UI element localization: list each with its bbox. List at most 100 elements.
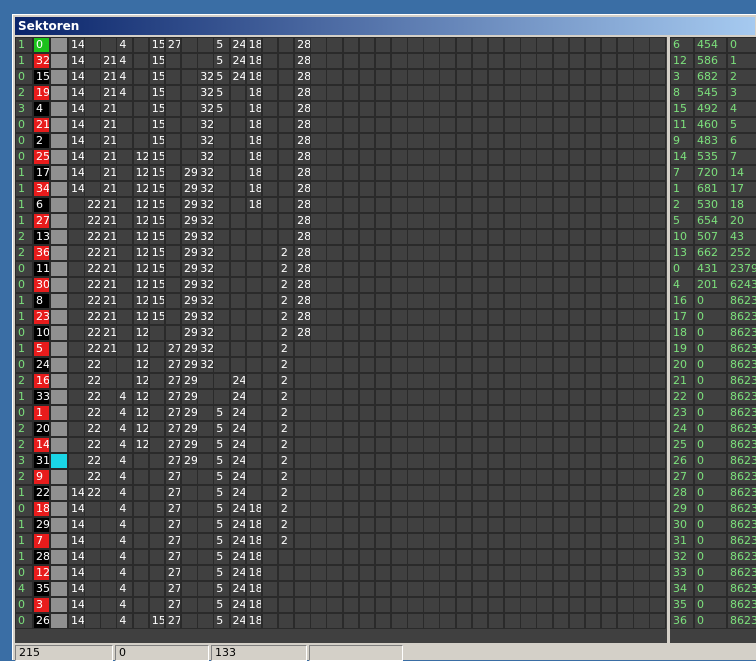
grid-cell[interactable]: 2 — [277, 325, 295, 341]
grid-cell[interactable]: 2 — [277, 421, 295, 437]
grid-cell[interactable] — [213, 149, 230, 165]
grid-cell[interactable] — [407, 357, 424, 373]
stats-row[interactable]: 5 654 20 — [670, 213, 756, 229]
grid-cell[interactable]: 32 — [197, 85, 214, 101]
grid-cell[interactable] — [439, 197, 456, 213]
grid-cell[interactable] — [310, 357, 327, 373]
grid-cell[interactable] — [84, 565, 101, 581]
grid-cell[interactable] — [520, 213, 537, 229]
stats-cell[interactable]: 0 — [694, 293, 727, 309]
sector-id-cell[interactable]: 1 — [33, 405, 50, 421]
grid-cell[interactable]: 21 — [100, 245, 117, 261]
grid-cell[interactable] — [600, 229, 618, 245]
grid-row[interactable]: 1 0 14 4 15 27 5 24 18 28 — [15, 37, 667, 53]
grid-cell[interactable] — [197, 389, 214, 405]
grid-cell[interactable] — [374, 565, 392, 581]
grid-cell[interactable] — [568, 165, 586, 181]
grid-cell[interactable] — [342, 101, 360, 117]
stats-cell[interactable]: 8623 — [727, 437, 756, 453]
flag-cell[interactable] — [50, 181, 68, 197]
grid-cell[interactable] — [568, 85, 586, 101]
grid-cell[interactable] — [374, 485, 392, 501]
grid-cell[interactable] — [181, 117, 198, 133]
grid-cell[interactable]: 4 — [116, 69, 133, 85]
flag-cell[interactable] — [50, 453, 68, 469]
grid-cell[interactable] — [407, 85, 424, 101]
grid-cell[interactable] — [487, 501, 505, 517]
grid-cell[interactable] — [423, 533, 440, 549]
stats-cell[interactable]: 28 — [670, 485, 694, 501]
grid-cell[interactable] — [391, 181, 408, 197]
grid-cell[interactable] — [277, 133, 295, 149]
stats-cell[interactable]: 34 — [670, 581, 694, 597]
grid-cell[interactable] — [520, 341, 537, 357]
grid-cell[interactable]: 12 — [132, 293, 150, 309]
stats-cell[interactable]: 8623 — [727, 549, 756, 565]
grid-cell[interactable] — [455, 485, 473, 501]
grid-cell[interactable] — [633, 85, 650, 101]
grid-cell[interactable] — [391, 517, 408, 533]
grid-cell[interactable] — [471, 37, 489, 53]
grid-cell[interactable] — [197, 549, 214, 565]
grid-cell[interactable] — [633, 53, 650, 69]
grid-cell[interactable] — [584, 469, 602, 485]
grid-cell[interactable] — [229, 101, 247, 117]
row-count-cell[interactable]: 0 — [15, 261, 33, 277]
grid-cell[interactable] — [455, 373, 473, 389]
grid-cell[interactable] — [197, 37, 214, 53]
grid-cell[interactable] — [536, 69, 553, 85]
grid-cell[interactable] — [358, 549, 376, 565]
stats-cell[interactable]: 1 — [727, 53, 756, 69]
flag-cell[interactable] — [50, 341, 68, 357]
grid-cell[interactable] — [584, 37, 602, 53]
grid-cell[interactable] — [471, 437, 489, 453]
grid-cell[interactable] — [439, 213, 456, 229]
grid-cell[interactable] — [552, 597, 570, 613]
grid-cell[interactable] — [520, 357, 537, 373]
stats-cell[interactable]: 7 — [670, 165, 694, 181]
grid-cell[interactable] — [504, 37, 521, 53]
grid-cell[interactable] — [100, 405, 117, 421]
grid-cell[interactable] — [552, 213, 570, 229]
grid-cell[interactable] — [504, 261, 521, 277]
grid-cell[interactable] — [391, 293, 408, 309]
grid-cell[interactable]: 28 — [294, 197, 311, 213]
grid-cell[interactable] — [552, 517, 570, 533]
grid-cell[interactable] — [197, 565, 214, 581]
grid-cell[interactable] — [391, 69, 408, 85]
grid-row[interactable]: 3 4 14 21 15 32 5 18 28 — [15, 101, 667, 117]
grid-cell[interactable]: 5 — [213, 581, 230, 597]
grid-cell[interactable] — [374, 277, 392, 293]
grid-cell[interactable] — [261, 181, 279, 197]
grid-cell[interactable] — [197, 437, 214, 453]
grid-cell[interactable]: 2 — [277, 517, 295, 533]
grid-cell[interactable] — [552, 293, 570, 309]
grid-cell[interactable]: 22 — [84, 261, 101, 277]
grid-cell[interactable] — [584, 293, 602, 309]
grid-cell[interactable] — [617, 149, 634, 165]
grid-cell[interactable]: 27 — [164, 485, 182, 501]
grid-cell[interactable] — [455, 357, 473, 373]
stats-cell[interactable]: 0 — [670, 261, 694, 277]
grid-cell[interactable] — [633, 277, 650, 293]
grid-cell[interactable]: 28 — [294, 69, 311, 85]
grid-cell[interactable] — [229, 245, 247, 261]
grid-cell[interactable] — [229, 165, 247, 181]
grid-cell[interactable] — [552, 69, 570, 85]
grid-cell[interactable] — [310, 149, 327, 165]
grid-cell[interactable] — [568, 37, 586, 53]
grid-cell[interactable] — [197, 469, 214, 485]
stats-row[interactable]: 12 586 1 — [670, 53, 756, 69]
stats-cell[interactable]: 6243 — [727, 277, 756, 293]
grid-cell[interactable]: 29 — [181, 389, 198, 405]
grid-cell[interactable] — [342, 469, 360, 485]
grid-cell[interactable] — [407, 53, 424, 69]
sector-id-cell[interactable]: 30 — [33, 277, 50, 293]
grid-cell[interactable] — [342, 341, 360, 357]
grid-cell[interactable]: 14 — [68, 149, 85, 165]
grid-cell[interactable] — [84, 533, 101, 549]
grid-cell[interactable] — [423, 453, 440, 469]
grid-cell[interactable]: 28 — [294, 133, 311, 149]
grid-cell[interactable] — [407, 565, 424, 581]
grid-cell[interactable]: 21 — [100, 229, 117, 245]
